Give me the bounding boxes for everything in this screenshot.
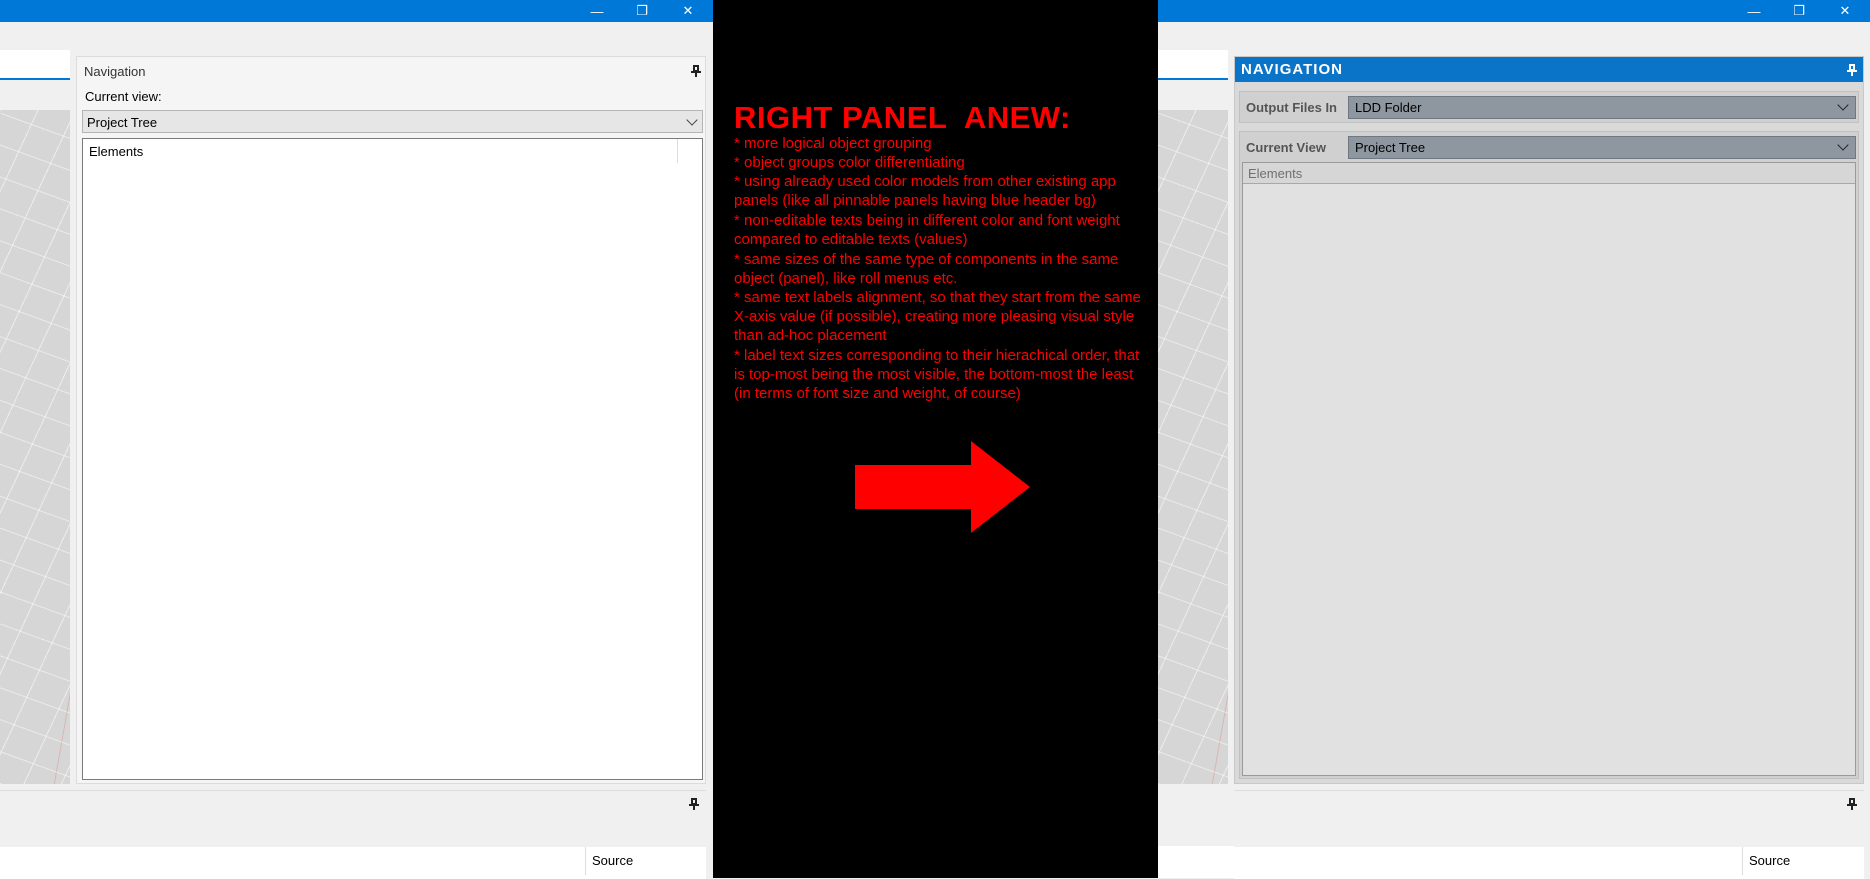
annotation-note-5: * same sizes of the same type of compone… bbox=[734, 251, 1119, 287]
right-current-view-value: Project Tree bbox=[1355, 140, 1426, 155]
output-files-group: Output Files In LDD Folder bbox=[1239, 91, 1859, 123]
right-bottom-pin-icon[interactable] bbox=[1845, 797, 1859, 811]
left-active-tab-indicator bbox=[0, 78, 70, 80]
output-files-label: Output Files In bbox=[1246, 100, 1337, 115]
left-bottom-panel: Source bbox=[0, 790, 706, 879]
annotation-note-2: * object groups color differentiating bbox=[734, 154, 965, 171]
right-navigation-panel: NAVIGATION Output Files In LDD Folder Cu… bbox=[1234, 56, 1864, 784]
left-source-column-header[interactable]: Source bbox=[585, 847, 706, 875]
right-current-view-select[interactable]: Project Tree bbox=[1348, 136, 1856, 159]
right-window: — ❐ ✕ NAVIGATION Output Files In LDD Fol… bbox=[1158, 0, 1870, 879]
chevron-down-icon bbox=[1837, 139, 1849, 151]
chevron-down-icon bbox=[686, 114, 698, 126]
annotation-note-1: * more logical object grouping bbox=[734, 135, 932, 152]
right-project-tree[interactable]: Elements bbox=[1242, 162, 1856, 776]
left-project-tree[interactable]: Elements bbox=[82, 138, 703, 780]
left-tree-header[interactable]: Elements bbox=[83, 139, 678, 163]
left-3d-viewport[interactable] bbox=[0, 110, 70, 784]
annotation-heading: RIGHT PANEL ANEW: bbox=[734, 100, 1071, 135]
output-files-value: LDD Folder bbox=[1355, 100, 1422, 115]
right-viewport-header bbox=[1158, 50, 1228, 80]
right-toolbar bbox=[1158, 22, 1870, 48]
right-nav-header: NAVIGATION bbox=[1235, 57, 1863, 82]
left-current-view-value: Project Tree bbox=[87, 115, 158, 130]
annotation-note-4: * non-editable texts being in different … bbox=[734, 212, 1120, 248]
right-nav-title: NAVIGATION bbox=[1241, 61, 1343, 78]
right-source-column-header[interactable]: Source bbox=[1742, 847, 1864, 875]
annotation-note-3: * using already used color models from o… bbox=[734, 173, 1116, 209]
right-bottom-panel: Source bbox=[1234, 790, 1864, 879]
left-maximize-button[interactable]: ❐ bbox=[619, 0, 665, 22]
left-source-label: Source bbox=[592, 853, 634, 868]
left-current-view-select[interactable]: Project Tree bbox=[82, 110, 703, 133]
right-close-button[interactable]: ✕ bbox=[1822, 0, 1868, 22]
right-source-label: Source bbox=[1749, 853, 1791, 868]
right-nav-pin-icon[interactable] bbox=[1845, 63, 1859, 77]
left-tree-header-label: Elements bbox=[89, 144, 144, 159]
right-bottom-left-strip bbox=[1158, 846, 1234, 878]
right-minimize-button[interactable]: — bbox=[1731, 0, 1777, 22]
output-files-select[interactable]: LDD Folder bbox=[1348, 96, 1856, 119]
left-nav-pin-icon[interactable] bbox=[689, 64, 703, 78]
right-tree-header[interactable]: Elements bbox=[1243, 163, 1855, 184]
left-bottom-list: Source bbox=[0, 847, 706, 879]
right-arrow-icon bbox=[855, 441, 1030, 533]
right-current-view-label: Current View bbox=[1246, 140, 1326, 155]
left-current-view-label: Current view: bbox=[85, 89, 162, 104]
annotation-panel: RIGHT PANEL ANEW: * more logical object … bbox=[713, 0, 1158, 878]
right-tree-header-label: Elements bbox=[1248, 166, 1303, 181]
left-toolbar bbox=[0, 22, 713, 48]
right-3d-viewport[interactable] bbox=[1158, 110, 1228, 784]
right-active-tab-indicator bbox=[1158, 78, 1228, 80]
annotation-note-6: * same text labels alignment, so that th… bbox=[734, 289, 1141, 344]
left-bottom-pin-icon[interactable] bbox=[687, 797, 701, 811]
chevron-down-icon bbox=[1837, 99, 1849, 111]
left-viewport-header bbox=[0, 50, 70, 80]
current-view-group: Current View Project Tree Elements bbox=[1239, 131, 1859, 779]
annotation-note-7: * label text sizes corresponding to thei… bbox=[734, 347, 1140, 402]
right-bottom-list: Source bbox=[1234, 847, 1864, 879]
left-window: — ❐ ✕ Navigation Current view: Project T… bbox=[0, 0, 713, 879]
left-nav-title: Navigation bbox=[84, 64, 146, 79]
left-navigation-panel: Navigation Current view: Project Tree El… bbox=[76, 56, 706, 784]
left-close-button[interactable]: ✕ bbox=[665, 0, 711, 22]
left-minimize-button[interactable]: — bbox=[574, 0, 620, 22]
right-maximize-button[interactable]: ❐ bbox=[1776, 0, 1822, 22]
